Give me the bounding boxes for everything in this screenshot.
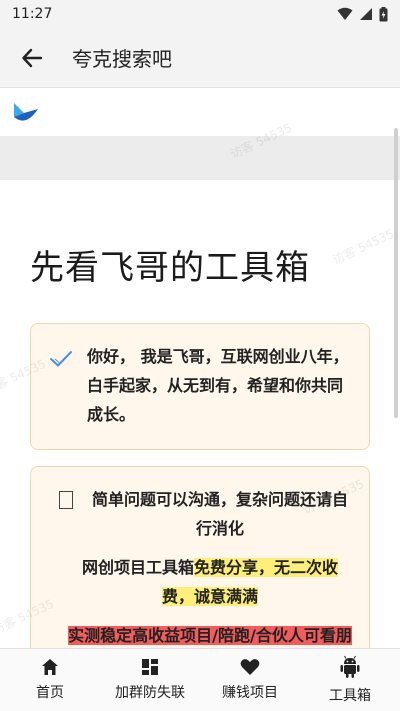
check-icon [50,351,72,367]
main-content: 先看飞哥的工具箱 你好， 我是飞哥，互联网创业八年，白手起家，从无到有，希望和你… [0,240,400,648]
nav-toolbox[interactable]: 工具箱 [300,649,400,711]
intro-text: 你好， 我是飞哥，互联网创业八年，白手起家，从无到有，希望和你共同成长。 [87,347,349,424]
nav-toolbox-label: 工具箱 [329,688,371,704]
missing-glyph-icon [59,491,73,509]
heart-icon [240,659,260,675]
bottom-nav: 首页 加群防失联 赚钱项目 工具箱 [0,648,400,711]
home-icon [42,659,58,675]
page-heading: 先看飞哥的工具箱 [30,248,310,288]
nav-projects-label: 赚钱项目 [222,685,278,701]
status-bar: 11:27 [0,0,400,28]
wifi-icon [337,7,353,20]
scrollbar[interactable] [394,128,398,418]
signal-icon [360,8,372,20]
nav-home[interactable]: 首页 [0,649,100,711]
back-button[interactable] [16,42,48,74]
notice-line-3-highlight: 实测稳定高收益项目/陪跑/合伙人可看朋友圈（收费） [68,626,352,648]
notice-line-2: 网创项目工具箱免费分享，无二次收费，诚意满满 [49,553,353,611]
site-logo-icon[interactable] [12,101,40,123]
status-time: 11:27 [12,6,53,22]
notice-line-3: 实测稳定高收益项目/陪跑/合伙人可看朋友圈（收费） [49,621,353,648]
site-header [0,88,400,136]
nav-projects[interactable]: 赚钱项目 [200,649,300,711]
arrow-left-icon [22,48,43,67]
android-icon [340,655,360,678]
app-bar: 夸克搜索吧 [0,28,400,88]
webview[interactable]: 先看飞哥的工具箱 你好， 我是飞哥，互联网创业八年，白手起家，从无到有，希望和你… [0,88,400,648]
nav-join-group-label: 加群防失联 [115,685,185,701]
battery-icon [379,6,388,21]
status-icons [337,6,388,22]
notice-line-2-prefix: 网创项目工具箱 [81,558,194,577]
header-band [0,136,400,180]
intro-card: 你好， 我是飞哥，互联网创业八年，白手起家，从无到有，希望和你共同成长。 [30,323,370,450]
app-title: 夸克搜索吧 [72,47,172,71]
grid-icon [142,659,158,675]
nav-join-group[interactable]: 加群防失联 [100,649,200,711]
nav-home-label: 首页 [36,685,64,701]
